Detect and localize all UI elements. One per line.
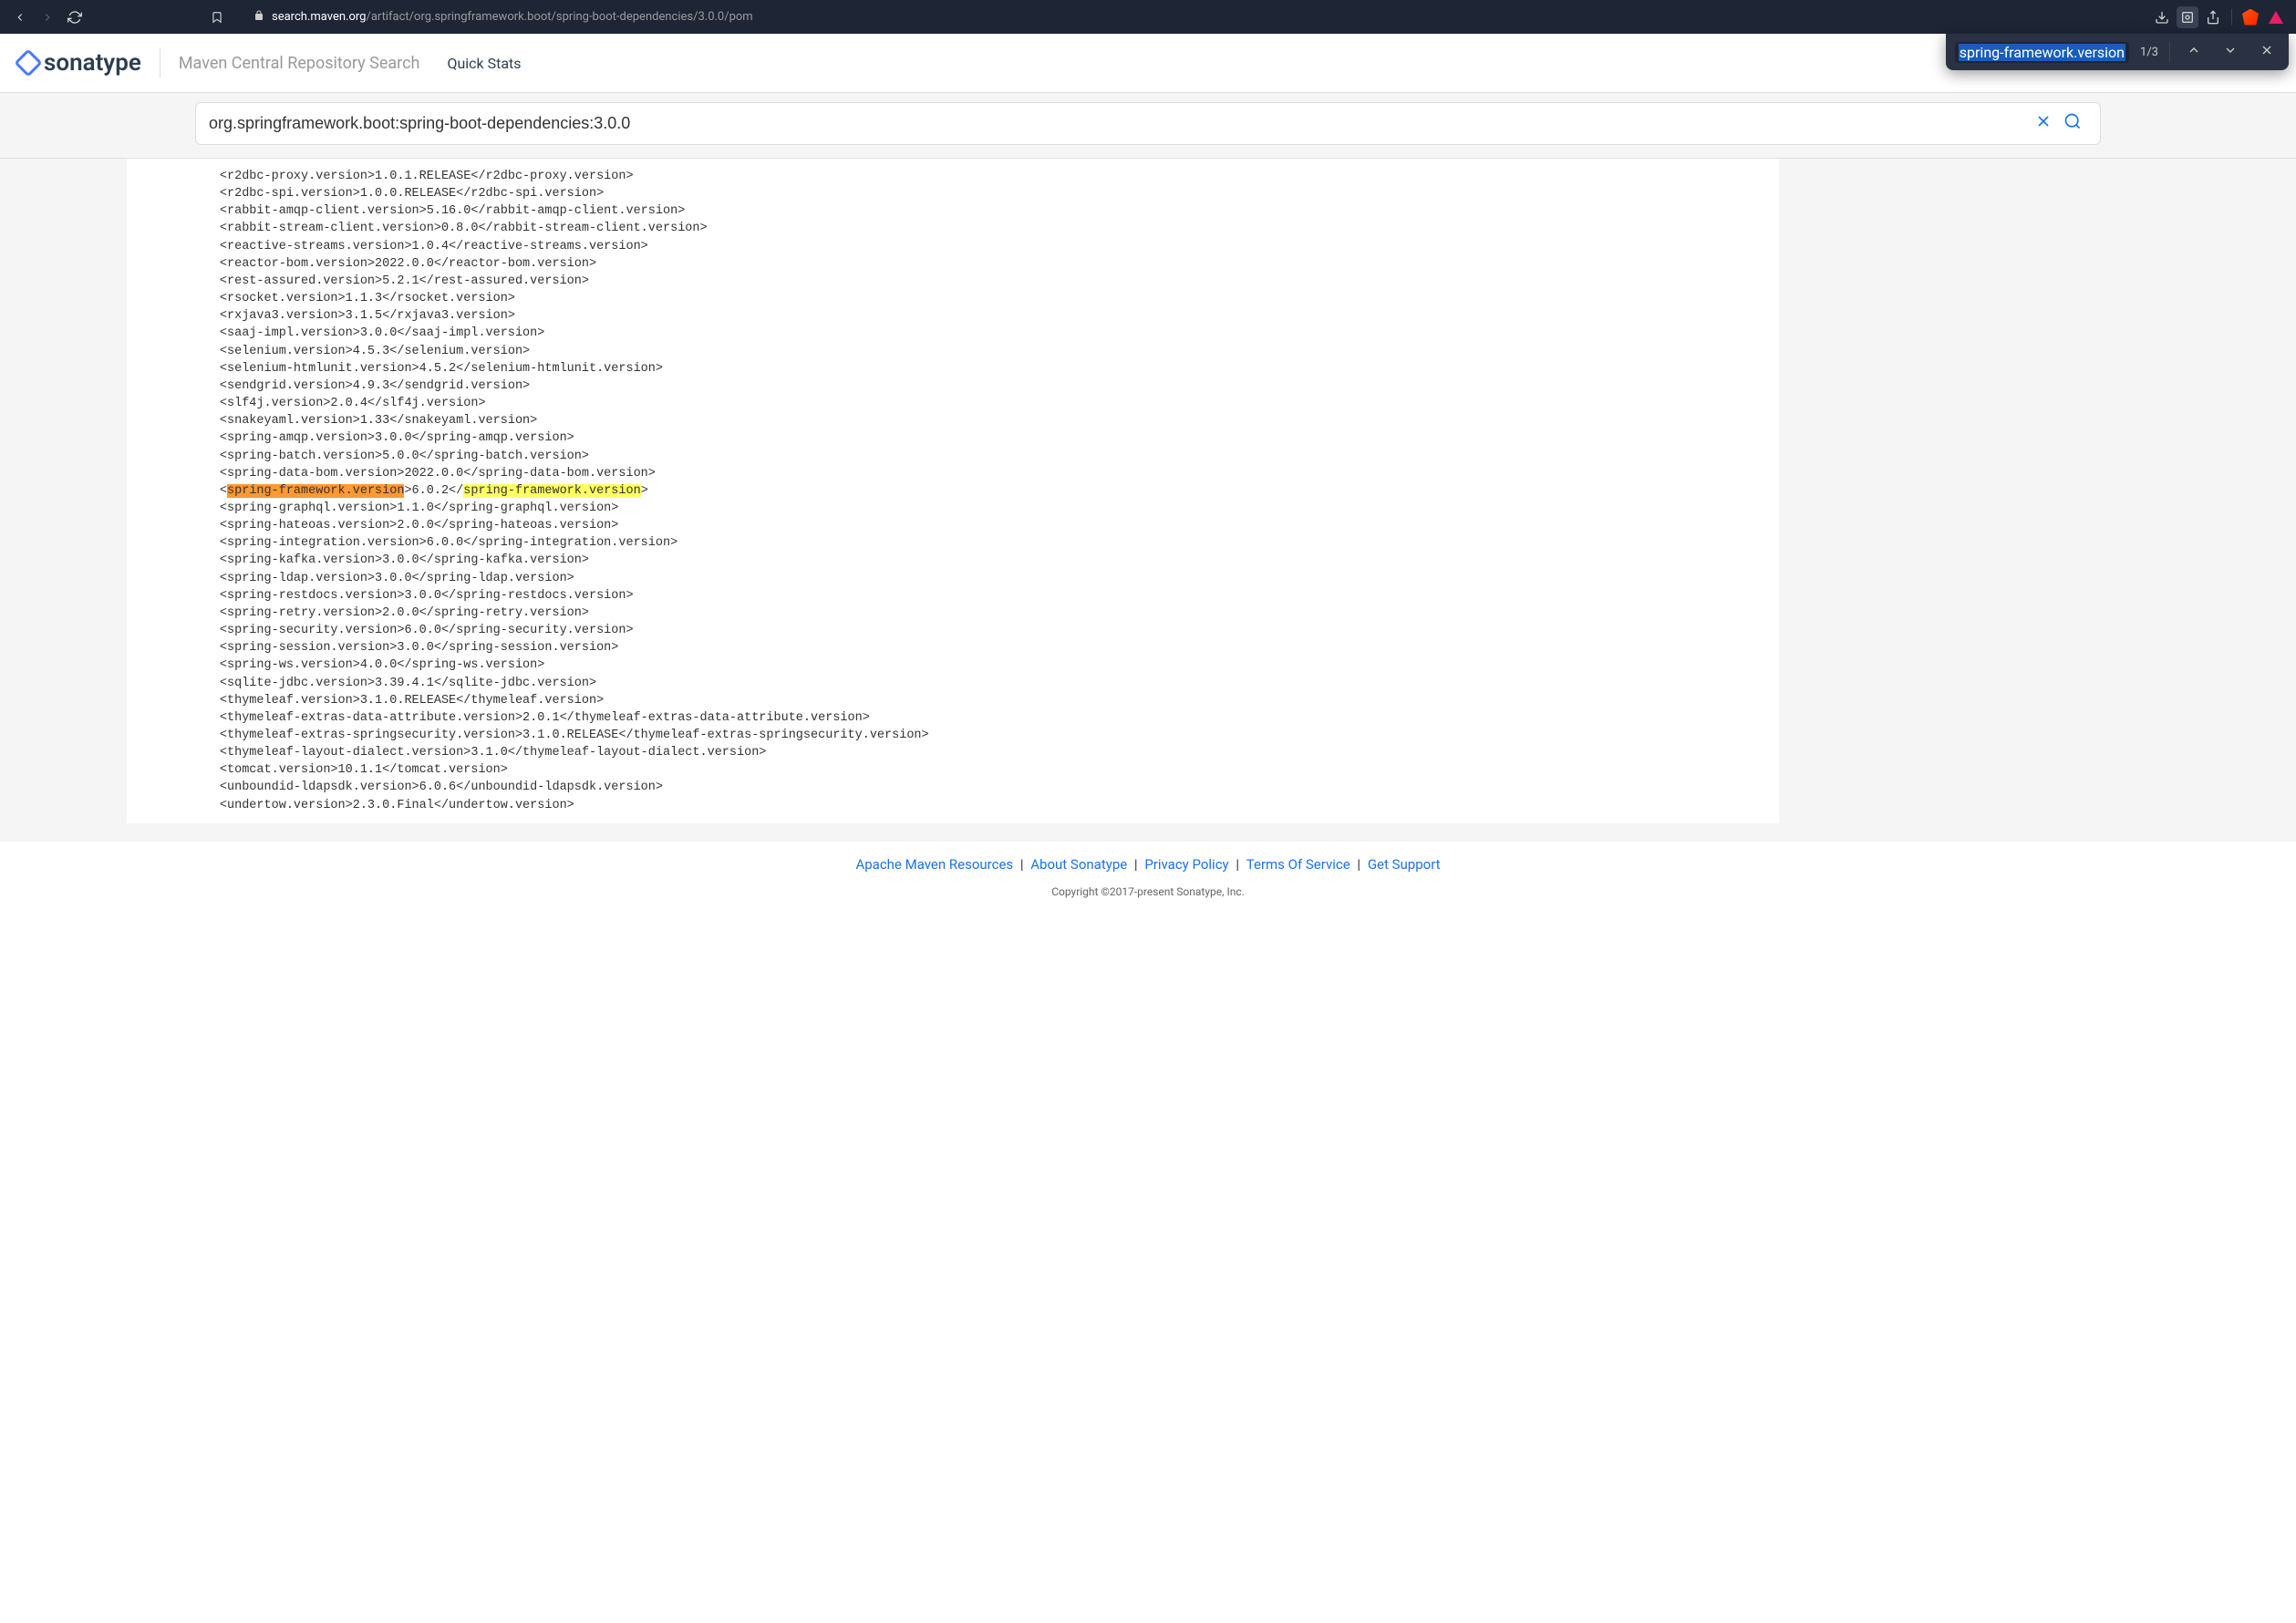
url-bar[interactable]: search.maven.org/artifact/org.springfram… [243,5,2136,30]
back-button[interactable] [9,6,31,28]
footer: Apache Maven Resources | About Sonatype … [0,842,2296,913]
find-next-button[interactable] [2218,41,2243,63]
find-divider [2169,42,2170,62]
header-title: Maven Central Repository Search [179,54,420,73]
footer-sep: | [1233,856,1243,873]
share-icon[interactable] [2202,6,2224,28]
footer-links: Apache Maven Resources | About Sonatype … [0,856,2296,873]
url-domain: search.maven.org [272,10,366,24]
brave-shields-icon[interactable] [2239,6,2261,28]
bookmark-button[interactable] [206,6,228,28]
quick-stats-link[interactable]: Quick Stats [447,55,521,72]
content-area: <r2dbc-proxy.version>1.0.1.RELEASE</r2db… [0,159,2296,842]
url-path: /artifact/org.springframework.boot/sprin… [366,10,752,24]
footer-copyright: Copyright ©2017-present Sonatype, Inc. [0,885,2296,898]
footer-sep: | [1017,856,1027,873]
find-query-text[interactable]: spring-framework.version [1959,44,2125,61]
footer-link[interactable]: Apache Maven Resources [855,856,1013,873]
extension-icon[interactable] [2265,6,2287,28]
footer-link[interactable]: Terms Of Service [1246,856,1350,873]
reload-button[interactable] [64,6,86,28]
find-close-button[interactable] [2254,41,2280,63]
download-icon[interactable] [2151,6,2173,28]
footer-link[interactable]: Privacy Policy [1144,856,1228,873]
lock-icon [253,10,264,24]
footer-sep: | [1131,856,1141,873]
search-bar-container [0,93,2296,159]
find-count: 1/3 [2140,46,2158,59]
search-input[interactable] [209,114,2029,133]
logo-icon [14,48,42,77]
forward-button[interactable] [36,6,58,28]
sonatype-logo[interactable]: sonatype [18,49,141,77]
logo-text: sonatype [44,49,141,77]
search-clear-button[interactable] [2029,112,2058,135]
find-prev-button[interactable] [2181,41,2207,63]
footer-sep: | [1354,856,1364,873]
footer-link[interactable]: Get Support [1368,856,1441,873]
search-bar [195,102,2101,145]
search-submit-button[interactable] [2058,112,2087,135]
browser-toolbar: search.maven.org/artifact/org.springfram… [0,0,2296,34]
pom-content[interactable]: <r2dbc-proxy.version>1.0.1.RELEASE</r2db… [127,159,1780,823]
footer-link[interactable]: About Sonatype [1030,856,1127,873]
find-in-page-bar: spring-framework.version 1/3 [1946,34,2289,70]
reader-icon[interactable] [2177,6,2198,28]
toolbar-divider [2231,9,2232,26]
